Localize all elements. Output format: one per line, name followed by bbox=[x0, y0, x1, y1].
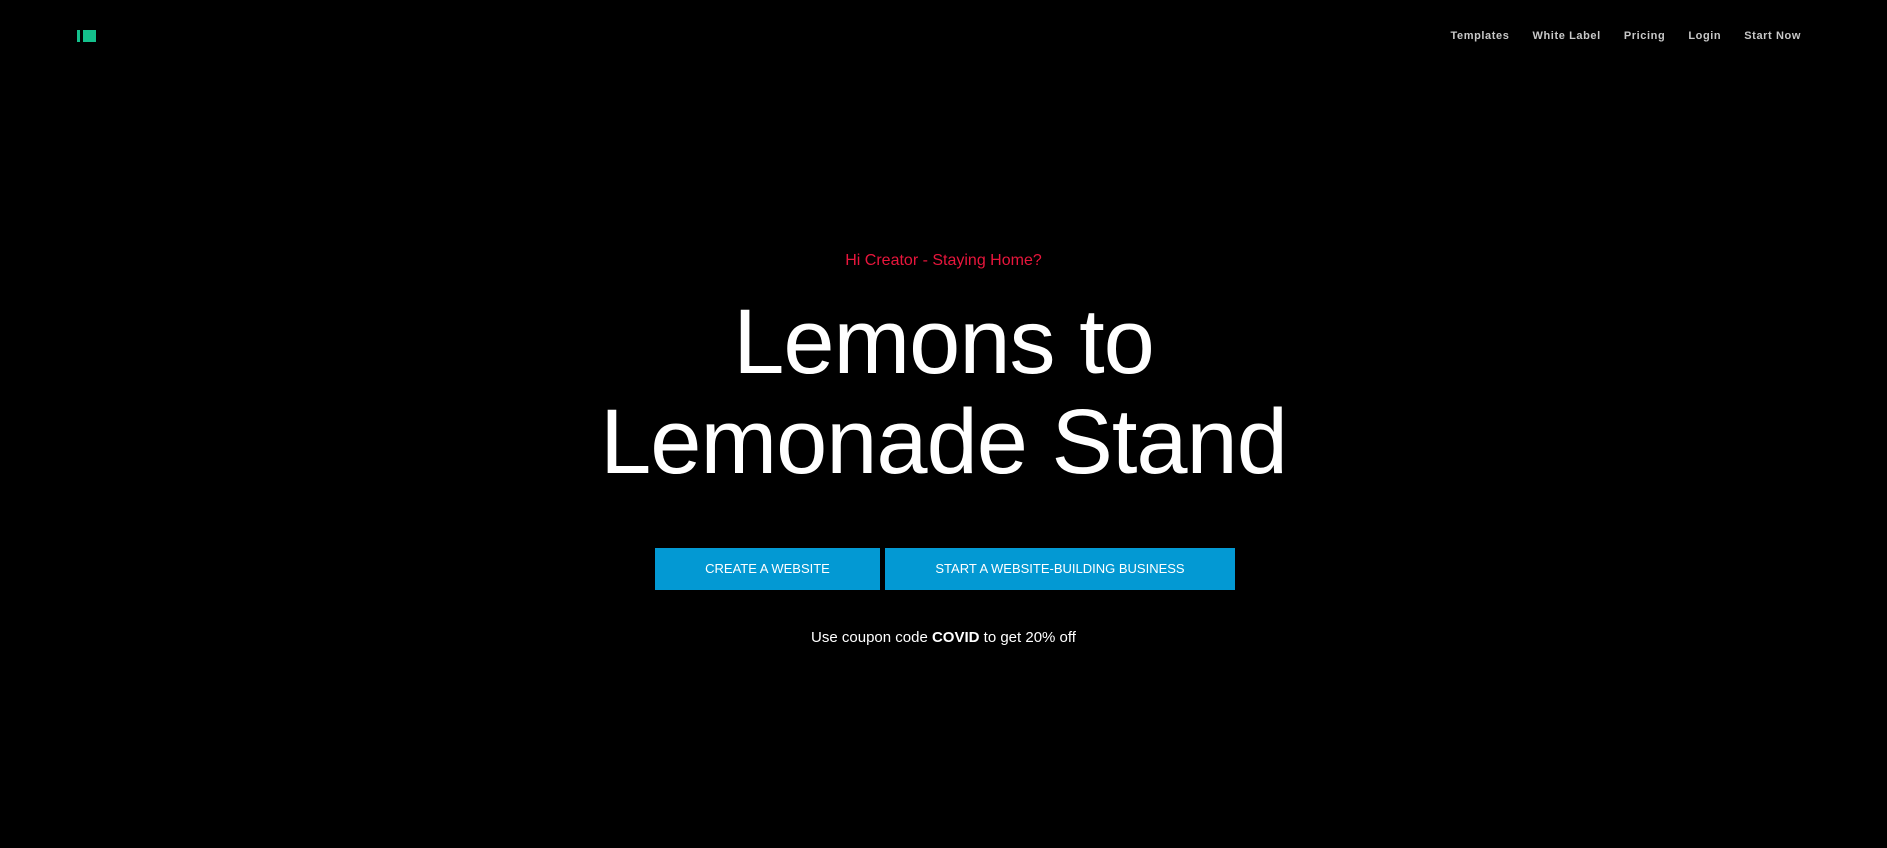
nav-pricing[interactable]: Pricing bbox=[1624, 29, 1666, 43]
coupon-code: COVID bbox=[931, 629, 980, 646]
coupon-suffix: to get 20% off bbox=[979, 629, 1076, 646]
headline-line-1: Lemons to bbox=[733, 291, 1155, 393]
coupon-prefix: Use coupon code bbox=[811, 629, 932, 646]
start-business-button[interactable]: START A WEBSITE-BUILDING BUSINESS bbox=[885, 548, 1235, 590]
logo-thick-bar bbox=[83, 30, 96, 42]
create-website-button[interactable]: CREATE A WEBSITE bbox=[655, 548, 880, 590]
logo-thin-bar bbox=[77, 30, 80, 42]
headline-line-2: Lemonade Stand bbox=[600, 391, 1288, 493]
nav-login[interactable]: Login bbox=[1688, 29, 1721, 43]
hero-eyebrow: Hi Creator - Staying Home? bbox=[845, 252, 1042, 269]
nav-white-label[interactable]: White Label bbox=[1532, 29, 1600, 43]
coupon-note: Use coupon code COVID to get 20% off bbox=[0, 629, 1887, 647]
page: Templates White Label Pricing Login Star… bbox=[0, 0, 1887, 848]
nav-start-now[interactable]: Start Now bbox=[1744, 29, 1801, 43]
brand-logo[interactable] bbox=[77, 30, 99, 42]
top-nav: Templates White Label Pricing Login Star… bbox=[1427, 29, 1801, 43]
nav-templates[interactable]: Templates bbox=[1450, 29, 1509, 43]
hero-headline: Lemons to Lemonade Stand bbox=[0, 292, 1887, 492]
hero-buttons: CREATE A WEBSITE START A WEBSITE-BUILDIN… bbox=[655, 548, 1235, 590]
